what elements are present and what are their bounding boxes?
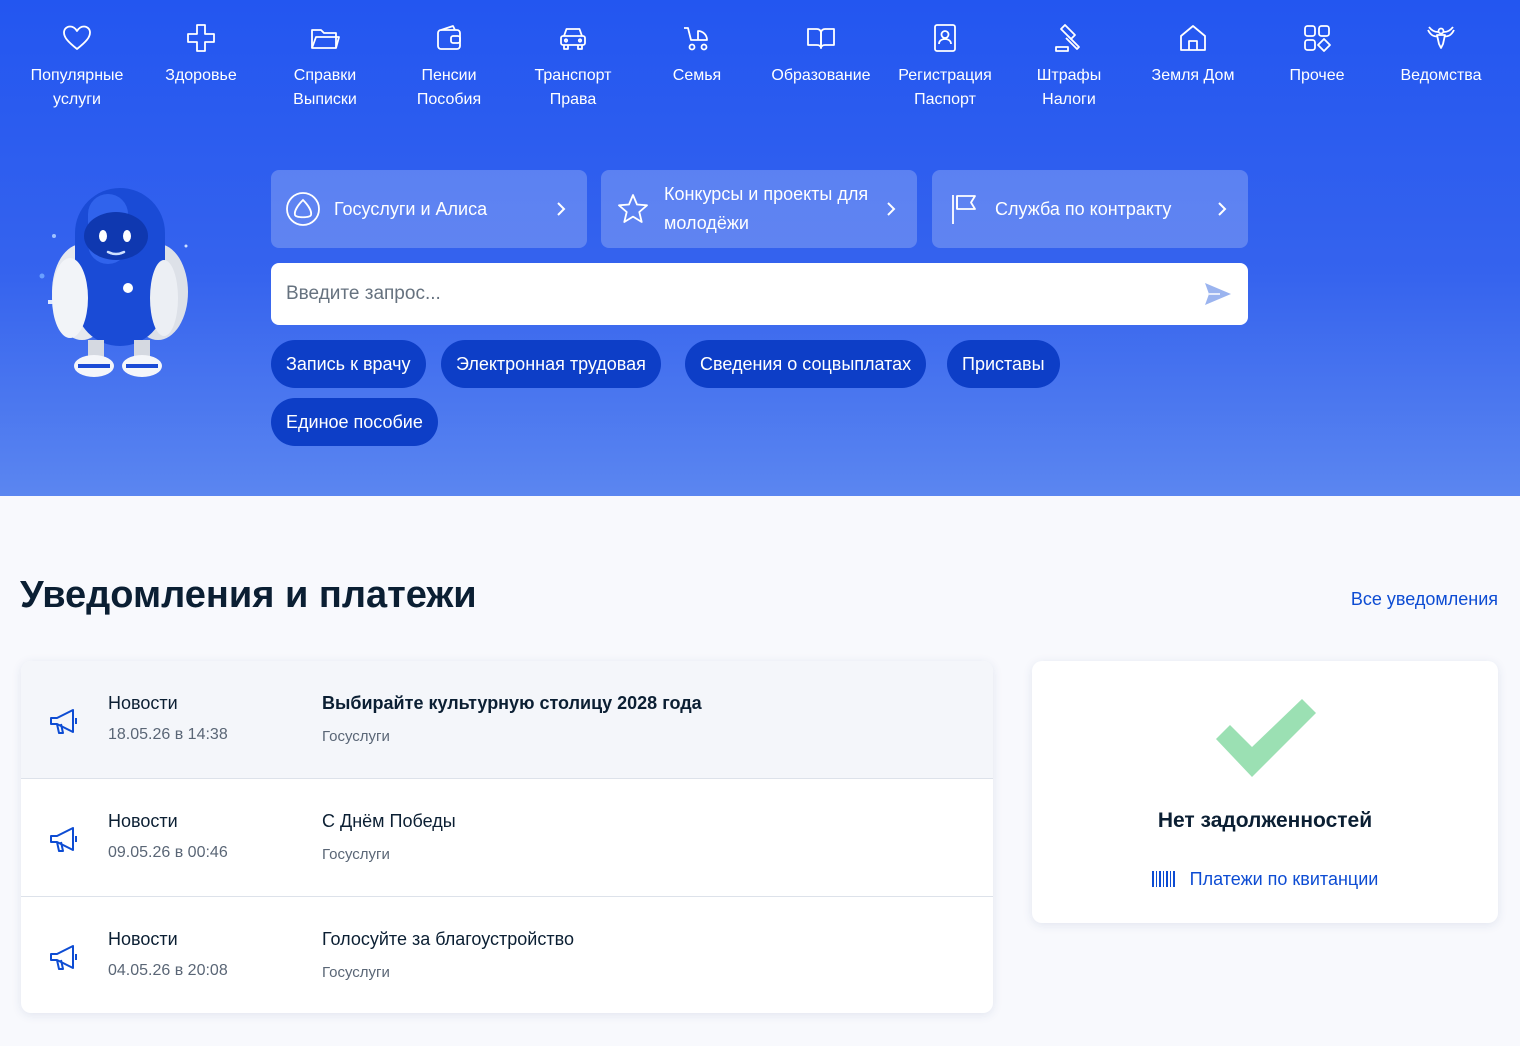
category-label: Права — [549, 91, 597, 108]
checkmark-icon — [1216, 699, 1316, 777]
notification-row[interactable]: Новости 09.05.26 в 00:46 С Днём Победы Г… — [21, 779, 993, 896]
quick-link-label: Служба по контракту — [995, 198, 1172, 219]
house-icon — [1180, 25, 1206, 51]
category-fines[interactable]: Штрафы Налоги — [1007, 22, 1131, 112]
chevron-right-icon — [557, 202, 566, 216]
category-pensions[interactable]: Пенсии Пособия — [387, 22, 511, 112]
notification-row[interactable]: Новости 04.05.26 в 20:08 Голосуйте за бл… — [21, 897, 993, 1013]
notification-source: Госуслуги — [322, 728, 390, 745]
category-label: Ведомства — [1400, 67, 1482, 84]
quick-link-label: Госуслуги и Алиса — [334, 198, 488, 219]
category-registration[interactable]: Регистрация Паспорт — [883, 22, 1007, 112]
search-input[interactable] — [271, 263, 1191, 325]
notification-title: Выбирайте культурную столицу 2028 года — [322, 693, 702, 713]
category-family[interactable]: Семья — [635, 22, 759, 88]
category-label: Паспорт — [914, 91, 976, 108]
megaphone-icon — [50, 709, 77, 734]
category-label: услуги — [53, 91, 101, 108]
category-label: Земля Дом — [1151, 67, 1235, 84]
cross-icon — [187, 24, 215, 52]
category-label: Пособия — [416, 91, 482, 108]
megaphone-icon — [50, 945, 77, 970]
notifications-list: Новости 18.05.26 в 14:38 Выбирайте культ… — [21, 661, 993, 1013]
category-label: Налоги — [1042, 91, 1096, 108]
receipt-payments-link[interactable]: Платежи по квитанции — [1032, 869, 1498, 890]
quick-link-alice[interactable]: Госуслуги и Алиса — [271, 170, 587, 248]
chip-unified-allowance[interactable]: Единое пособие — [271, 398, 438, 446]
folder-icon — [311, 29, 340, 49]
category-other[interactable]: Прочее — [1255, 22, 1379, 88]
category-label: Образование — [771, 67, 871, 84]
category-label: Здоровье — [165, 67, 237, 84]
notification-title: Голосуйте за благоустройство — [322, 929, 574, 949]
grid-icon — [1304, 25, 1331, 52]
notification-date: 18.05.26 в 14:38 — [108, 726, 228, 743]
wallet-icon — [437, 25, 461, 50]
category-label: Справки — [293, 67, 357, 84]
eagle-icon — [1427, 26, 1455, 49]
category-label: Выписки — [293, 91, 357, 108]
category-label: Пенсии — [421, 67, 477, 84]
category-health[interactable]: Здоровье — [139, 22, 263, 88]
notification-date: 04.05.26 в 20:08 — [108, 962, 228, 979]
chevron-right-icon — [1218, 202, 1227, 216]
category-nav: Популярные услуги Здоровье Справки Выписки… — [15, 22, 1505, 122]
flag-icon — [952, 195, 976, 224]
passport-icon — [934, 24, 956, 52]
car-icon — [560, 28, 586, 50]
category-popular[interactable]: Популярные услуги — [15, 22, 139, 112]
category-transport[interactable]: Транспорт Права — [511, 22, 635, 112]
category-label: Штрафы — [1036, 67, 1102, 84]
book-icon — [807, 28, 835, 49]
no-debts-status: Нет задолженностей — [1157, 809, 1373, 832]
megaphone-icon — [50, 827, 77, 852]
star-icon — [618, 194, 648, 223]
heart-icon — [63, 25, 91, 50]
category-agencies[interactable]: Ведомства — [1379, 22, 1503, 88]
notification-date: 09.05.26 в 00:46 — [108, 844, 228, 861]
category-label: Транспорт — [534, 67, 612, 84]
chip-doctor-appointment[interactable]: Запись к врачу — [271, 340, 426, 388]
notification-row[interactable]: Новости 18.05.26 в 14:38 Выбирайте культ… — [21, 661, 993, 778]
alice-icon — [286, 192, 320, 226]
barcode-icon — [1151, 871, 1175, 887]
category-land-house[interactable]: Земля Дом — [1131, 22, 1255, 88]
category-label: Популярные — [30, 67, 124, 84]
category-label: Семья — [672, 67, 722, 84]
category-label: Прочее — [1289, 67, 1345, 84]
notification-source: Госуслуги — [322, 846, 390, 863]
quick-link-label: Конкурсы и проекты для молодёжи — [664, 184, 869, 233]
receipt-payments-label: Платежи по квитанции — [1189, 869, 1379, 889]
chip-social-payments[interactable]: Сведения о соцвыплатах — [685, 340, 927, 388]
quick-link-youth[interactable]: Конкурсы и проекты для молодёжи — [601, 170, 917, 248]
notification-category: Новости — [108, 929, 178, 949]
gavel-icon — [1055, 24, 1080, 52]
hero-banner: Популярные услуги Здоровье Справки Выписки… — [0, 0, 1520, 496]
notification-source: Госуслуги — [322, 964, 390, 981]
category-label: Регистрация — [898, 67, 992, 84]
stroller-icon — [684, 27, 708, 51]
payments-card: Нет задолженностей Платежи по квитанции — [1032, 661, 1498, 923]
quick-link-contract-service[interactable]: Служба по контракту — [932, 170, 1248, 248]
section-title: Уведомления и платежи — [20, 574, 477, 616]
notification-category: Новости — [108, 693, 178, 713]
chip-bailiffs[interactable]: Приставы — [947, 340, 1060, 388]
all-notifications-link[interactable]: Все уведомления — [1351, 589, 1498, 610]
send-icon[interactable] — [1202, 278, 1234, 310]
category-documents[interactable]: Справки Выписки — [263, 22, 387, 112]
search-box — [271, 263, 1248, 325]
chevron-right-icon — [887, 202, 896, 216]
category-education[interactable]: Образование — [759, 22, 883, 88]
chip-employment-record[interactable]: Электронная трудовая — [441, 340, 661, 388]
notification-category: Новости — [108, 811, 178, 831]
robot-mascot-image — [39, 188, 188, 377]
notification-title: С Днём Победы — [322, 811, 456, 831]
